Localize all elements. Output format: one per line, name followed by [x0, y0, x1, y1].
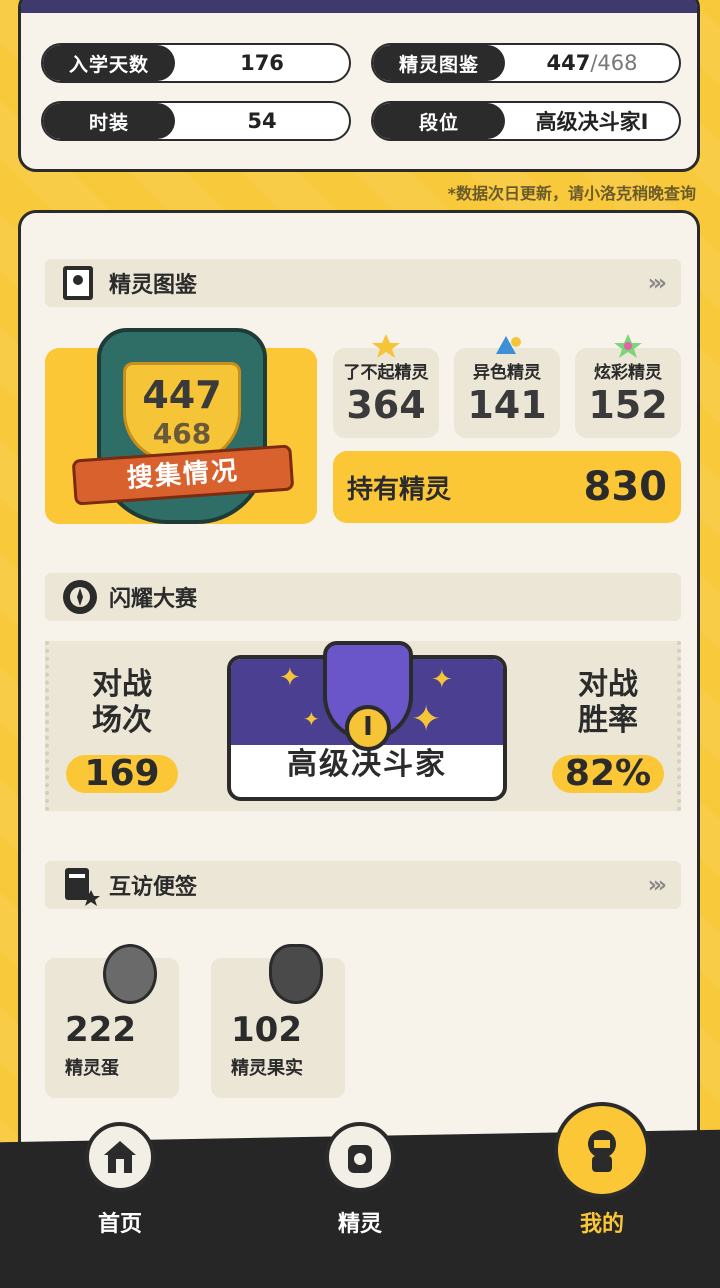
fruit-card[interactable]: 102 精灵果实 [211, 944, 345, 1098]
nav-me[interactable]: 我的 [542, 1102, 662, 1238]
shiny-pets-value: 141 [467, 383, 547, 427]
book-icon [57, 260, 103, 306]
amazing-pets-card[interactable]: 了不起精灵 364 [333, 334, 439, 438]
rank-stat-label: 段位 [373, 103, 505, 139]
winrate-value: 82% [552, 755, 664, 793]
backpack-icon [325, 1122, 395, 1192]
nav-pets[interactable]: 精灵 [300, 1122, 420, 1238]
fruit-value: 102 [231, 1010, 302, 1050]
battle-section-header: 闪耀大赛 [45, 573, 681, 621]
collected-total: 468 [152, 417, 212, 450]
owned-pets-value: 830 [583, 464, 668, 510]
profile-icon [554, 1102, 650, 1198]
outfit-label: 时装 [43, 103, 175, 139]
nav-me-label: 我的 [579, 1212, 624, 1237]
codex-stat-value: 447/468 [505, 51, 679, 75]
winrate-label-1: 对战 [578, 667, 638, 702]
egg-icon [103, 944, 157, 1004]
egg-card[interactable]: 222 精灵蛋 [45, 944, 179, 1098]
school-days-value: 176 [240, 51, 284, 75]
note-icon [57, 862, 103, 908]
chevron-right-icon[interactable]: ››› [648, 873, 667, 898]
amazing-pets-label: 了不起精灵 [343, 363, 429, 383]
codex-stat-label: 精灵图鉴 [373, 45, 505, 81]
rank-tier-medal: I [345, 705, 391, 751]
collection-ribbon: 搜集情况 [71, 444, 295, 506]
main-card: 精灵图鉴 ››› 447 468 搜集情况 了不起精灵 364 异色精灵 141… [18, 210, 700, 1210]
winrate-label-2: 胜率 [578, 703, 638, 738]
amazing-pets-value: 364 [346, 383, 426, 427]
battle-count-label-1: 对战 [92, 667, 152, 702]
codex-stat: 精灵图鉴 447/468 [371, 43, 681, 83]
codex-section-title: 精灵图鉴 [109, 273, 198, 298]
visit-section-header[interactable]: 互访便签 ››› [45, 861, 681, 909]
shiny-pets-card[interactable]: 异色精灵 141 [454, 336, 560, 438]
trophy-shield: 447 468 搜集情况 [71, 328, 295, 524]
codex-section-header[interactable]: 精灵图鉴 ››› [45, 259, 681, 307]
owned-pets-label: 持有精灵 [347, 474, 452, 505]
rank-stat-value: 高级决斗家I [535, 110, 649, 134]
owned-pets-box[interactable]: 持有精灵 830 [333, 451, 681, 523]
school-days-stat: 入学天数 176 [41, 43, 351, 83]
update-note: *数据次日更新，请小洛克稍晚查询 [447, 184, 696, 203]
chevron-right-icon[interactable]: ››› [648, 271, 667, 296]
nav-pets-label: 精灵 [337, 1212, 382, 1237]
battle-section-title: 闪耀大赛 [109, 587, 198, 612]
rainbow-star-icon [614, 334, 642, 358]
dazzling-pets-label: 炫彩精灵 [594, 363, 662, 383]
collection-box[interactable]: 447 468 搜集情况 [45, 328, 317, 524]
codex-total: /468 [590, 51, 638, 75]
rank-stat: 段位 高级决斗家I [371, 101, 681, 141]
sparkle-icon: ✦ [411, 699, 442, 740]
battle-count-block: 对战 场次 169 [57, 667, 187, 793]
dazzling-pets-card[interactable]: 炫彩精灵 152 [575, 334, 681, 438]
school-days-label: 入学天数 [43, 45, 175, 81]
codex-count: 447 [546, 51, 591, 75]
acorn-icon [269, 944, 323, 1004]
sparkle-icon: ✦ [431, 665, 453, 695]
shiny-pets-label: 异色精灵 [473, 363, 541, 383]
battle-count-value: 169 [66, 755, 178, 793]
collected-count: 447 [142, 373, 222, 417]
star-icon [372, 334, 400, 358]
battle-count-label-2: 场次 [92, 703, 152, 738]
trophy-icon: 447 468 [123, 362, 241, 462]
nav-home[interactable]: 首页 [60, 1122, 180, 1238]
nav-home-label: 首页 [97, 1212, 142, 1237]
outfit-value: 54 [247, 109, 277, 133]
compass-icon [57, 574, 103, 620]
sparkle-icon: ✦ [279, 663, 301, 693]
sparkle-icon: ✦ [303, 707, 320, 731]
egg-label: 精灵蛋 [65, 1058, 119, 1079]
stats-card: 入学天数 176 精灵图鉴 447/468 时装 54 段位 高级决斗家I [18, 0, 700, 172]
battle-strip: 对战 场次 169 ✦ ✦ ✦ ✦ 高级决斗家 I 对战 胜率 82% [45, 641, 681, 811]
egg-value: 222 [65, 1010, 136, 1050]
home-icon [85, 1122, 155, 1192]
winrate-block: 对战 胜率 82% [543, 667, 673, 793]
rank-emblem-icon: I [323, 641, 413, 751]
moon-icon [496, 336, 521, 354]
bottom-nav: 首页 精灵 我的 [0, 1102, 720, 1288]
outfit-stat: 时装 54 [41, 101, 351, 141]
dazzling-pets-value: 152 [588, 383, 668, 427]
visit-section-title: 互访便签 [109, 875, 198, 900]
fruit-label: 精灵果实 [231, 1058, 303, 1079]
